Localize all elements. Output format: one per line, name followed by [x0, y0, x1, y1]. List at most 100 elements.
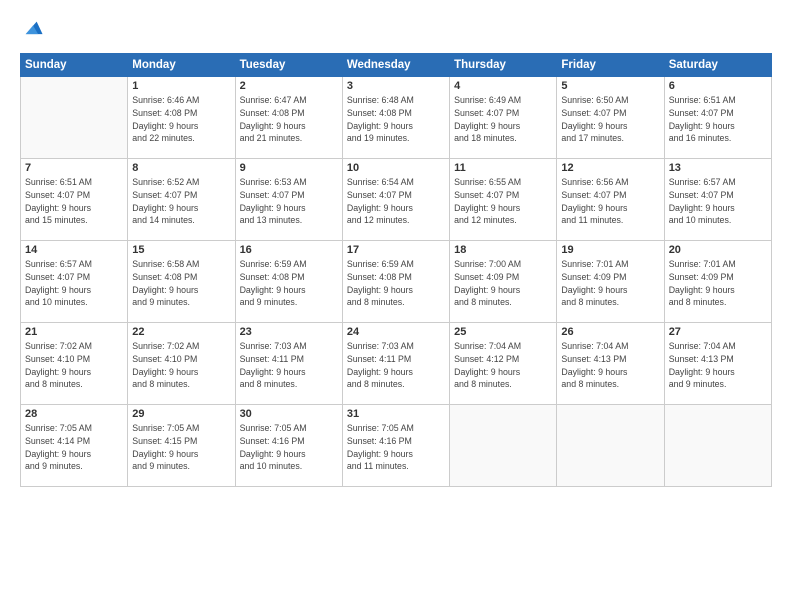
day-info: Sunrise: 6:47 AMSunset: 4:08 PMDaylight:…: [240, 94, 338, 145]
day-number: 27: [669, 326, 767, 338]
col-header-tuesday: Tuesday: [235, 54, 342, 77]
day-info: Sunrise: 6:59 AMSunset: 4:08 PMDaylight:…: [347, 258, 445, 309]
col-header-sunday: Sunday: [21, 54, 128, 77]
day-info: Sunrise: 6:55 AMSunset: 4:07 PMDaylight:…: [454, 176, 552, 227]
week-row-1: 7 Sunrise: 6:51 AMSunset: 4:07 PMDaylight…: [21, 159, 772, 241]
day-info: Sunrise: 7:05 AMSunset: 4:16 PMDaylight:…: [240, 422, 338, 473]
calendar-cell: 20 Sunrise: 7:01 AMSunset: 4:09 PMDayligh…: [664, 241, 771, 323]
day-info: Sunrise: 7:02 AMSunset: 4:10 PMDaylight:…: [132, 340, 230, 391]
day-info: Sunrise: 7:05 AMSunset: 4:14 PMDaylight:…: [25, 422, 123, 473]
day-info: Sunrise: 6:54 AMSunset: 4:07 PMDaylight:…: [347, 176, 445, 227]
calendar-cell: 22 Sunrise: 7:02 AMSunset: 4:10 PMDayligh…: [128, 323, 235, 405]
day-info: Sunrise: 7:03 AMSunset: 4:11 PMDaylight:…: [347, 340, 445, 391]
col-header-monday: Monday: [128, 54, 235, 77]
calendar-header-row: SundayMondayTuesdayWednesdayThursdayFrid…: [21, 54, 772, 77]
calendar-cell: 8 Sunrise: 6:52 AMSunset: 4:07 PMDaylight…: [128, 159, 235, 241]
calendar-cell: 7 Sunrise: 6:51 AMSunset: 4:07 PMDaylight…: [21, 159, 128, 241]
day-info: Sunrise: 6:57 AMSunset: 4:07 PMDaylight:…: [669, 176, 767, 227]
calendar-cell: [21, 77, 128, 159]
day-info: Sunrise: 6:51 AMSunset: 4:07 PMDaylight:…: [669, 94, 767, 145]
calendar-cell: 21 Sunrise: 7:02 AMSunset: 4:10 PMDayligh…: [21, 323, 128, 405]
day-info: Sunrise: 7:05 AMSunset: 4:15 PMDaylight:…: [132, 422, 230, 473]
calendar-cell: 5Sunrise: 6:50 AMSunset: 4:07 PMDaylight…: [557, 77, 664, 159]
day-number: 28: [25, 408, 123, 420]
calendar-cell: 1Sunrise: 6:46 AMSunset: 4:08 PMDaylight…: [128, 77, 235, 159]
page: SundayMondayTuesdayWednesdayThursdayFrid…: [0, 0, 792, 612]
day-number: 16: [240, 244, 338, 256]
day-number: 31: [347, 408, 445, 420]
day-number: 29: [132, 408, 230, 420]
day-info: Sunrise: 6:59 AMSunset: 4:08 PMDaylight:…: [240, 258, 338, 309]
calendar-cell: 23Sunrise: 7:03 AMSunset: 4:11 PMDayligh…: [235, 323, 342, 405]
day-info: Sunrise: 6:53 AMSunset: 4:07 PMDaylight:…: [240, 176, 338, 227]
week-row-0: 1Sunrise: 6:46 AMSunset: 4:08 PMDaylight…: [21, 77, 772, 159]
day-info: Sunrise: 6:56 AMSunset: 4:07 PMDaylight:…: [561, 176, 659, 227]
col-header-wednesday: Wednesday: [342, 54, 449, 77]
day-info: Sunrise: 6:57 AMSunset: 4:07 PMDaylight:…: [25, 258, 123, 309]
day-info: Sunrise: 7:05 AMSunset: 4:16 PMDaylight:…: [347, 422, 445, 473]
col-header-saturday: Saturday: [664, 54, 771, 77]
logo-icon: [22, 18, 44, 40]
day-number: 21: [25, 326, 123, 338]
day-number: 26: [561, 326, 659, 338]
calendar-cell: 9 Sunrise: 6:53 AMSunset: 4:07 PMDaylight…: [235, 159, 342, 241]
day-number: 9: [240, 162, 338, 174]
col-header-thursday: Thursday: [450, 54, 557, 77]
calendar-cell: 27 Sunrise: 7:04 AMSunset: 4:13 PMDayligh…: [664, 323, 771, 405]
day-number: 2: [240, 80, 338, 92]
calendar-cell: 28 Sunrise: 7:05 AMSunset: 4:14 PMDayligh…: [21, 405, 128, 487]
day-info: Sunrise: 6:48 AMSunset: 4:08 PMDaylight:…: [347, 94, 445, 145]
day-info: Sunrise: 7:00 AMSunset: 4:09 PMDaylight:…: [454, 258, 552, 309]
calendar-cell: 3 Sunrise: 6:48 AMSunset: 4:08 PMDaylight…: [342, 77, 449, 159]
calendar-cell: 15Sunrise: 6:58 AMSunset: 4:08 PMDayligh…: [128, 241, 235, 323]
calendar-cell: 19Sunrise: 7:01 AMSunset: 4:09 PMDayligh…: [557, 241, 664, 323]
day-info: Sunrise: 7:01 AMSunset: 4:09 PMDaylight:…: [561, 258, 659, 309]
day-number: 13: [669, 162, 767, 174]
week-row-4: 28 Sunrise: 7:05 AMSunset: 4:14 PMDayligh…: [21, 405, 772, 487]
calendar-cell: 6 Sunrise: 6:51 AMSunset: 4:07 PMDaylight…: [664, 77, 771, 159]
calendar-cell: 11 Sunrise: 6:55 AMSunset: 4:07 PMDayligh…: [450, 159, 557, 241]
day-number: 7: [25, 162, 123, 174]
day-number: 1: [132, 80, 230, 92]
calendar-cell: [557, 405, 664, 487]
day-number: 24: [347, 326, 445, 338]
calendar-cell: 13 Sunrise: 6:57 AMSunset: 4:07 PMDayligh…: [664, 159, 771, 241]
day-number: 11: [454, 162, 552, 174]
calendar-cell: 12Sunrise: 6:56 AMSunset: 4:07 PMDayligh…: [557, 159, 664, 241]
day-info: Sunrise: 6:49 AMSunset: 4:07 PMDaylight:…: [454, 94, 552, 145]
day-info: Sunrise: 6:50 AMSunset: 4:07 PMDaylight:…: [561, 94, 659, 145]
day-number: 8: [132, 162, 230, 174]
day-info: Sunrise: 7:04 AMSunset: 4:13 PMDaylight:…: [669, 340, 767, 391]
day-info: Sunrise: 7:02 AMSunset: 4:10 PMDaylight:…: [25, 340, 123, 391]
calendar-cell: 17Sunrise: 6:59 AMSunset: 4:08 PMDayligh…: [342, 241, 449, 323]
day-info: Sunrise: 7:01 AMSunset: 4:09 PMDaylight:…: [669, 258, 767, 309]
header: [20, 18, 772, 45]
calendar-cell: 2 Sunrise: 6:47 AMSunset: 4:08 PMDaylight…: [235, 77, 342, 159]
calendar-cell: 31 Sunrise: 7:05 AMSunset: 4:16 PMDayligh…: [342, 405, 449, 487]
day-number: 14: [25, 244, 123, 256]
day-info: Sunrise: 6:52 AMSunset: 4:07 PMDaylight:…: [132, 176, 230, 227]
calendar-cell: 10 Sunrise: 6:54 AMSunset: 4:07 PMDayligh…: [342, 159, 449, 241]
calendar-cell: 24 Sunrise: 7:03 AMSunset: 4:11 PMDayligh…: [342, 323, 449, 405]
day-info: Sunrise: 6:51 AMSunset: 4:07 PMDaylight:…: [25, 176, 123, 227]
calendar-cell: 25Sunrise: 7:04 AMSunset: 4:12 PMDayligh…: [450, 323, 557, 405]
day-number: 22: [132, 326, 230, 338]
day-number: 3: [347, 80, 445, 92]
day-number: 20: [669, 244, 767, 256]
day-number: 4: [454, 80, 552, 92]
calendar-cell: 18Sunrise: 7:00 AMSunset: 4:09 PMDayligh…: [450, 241, 557, 323]
week-row-2: 14 Sunrise: 6:57 AMSunset: 4:07 PMDayligh…: [21, 241, 772, 323]
calendar-cell: 14 Sunrise: 6:57 AMSunset: 4:07 PMDayligh…: [21, 241, 128, 323]
calendar-cell: [664, 405, 771, 487]
col-header-friday: Friday: [557, 54, 664, 77]
day-info: Sunrise: 6:58 AMSunset: 4:08 PMDaylight:…: [132, 258, 230, 309]
day-number: 6: [669, 80, 767, 92]
day-number: 10: [347, 162, 445, 174]
week-row-3: 21 Sunrise: 7:02 AMSunset: 4:10 PMDayligh…: [21, 323, 772, 405]
day-number: 25: [454, 326, 552, 338]
day-info: Sunrise: 7:04 AMSunset: 4:13 PMDaylight:…: [561, 340, 659, 391]
calendar-cell: 26 Sunrise: 7:04 AMSunset: 4:13 PMDayligh…: [557, 323, 664, 405]
day-number: 30: [240, 408, 338, 420]
day-info: Sunrise: 7:03 AMSunset: 4:11 PMDaylight:…: [240, 340, 338, 391]
calendar-cell: 16 Sunrise: 6:59 AMSunset: 4:08 PMDayligh…: [235, 241, 342, 323]
